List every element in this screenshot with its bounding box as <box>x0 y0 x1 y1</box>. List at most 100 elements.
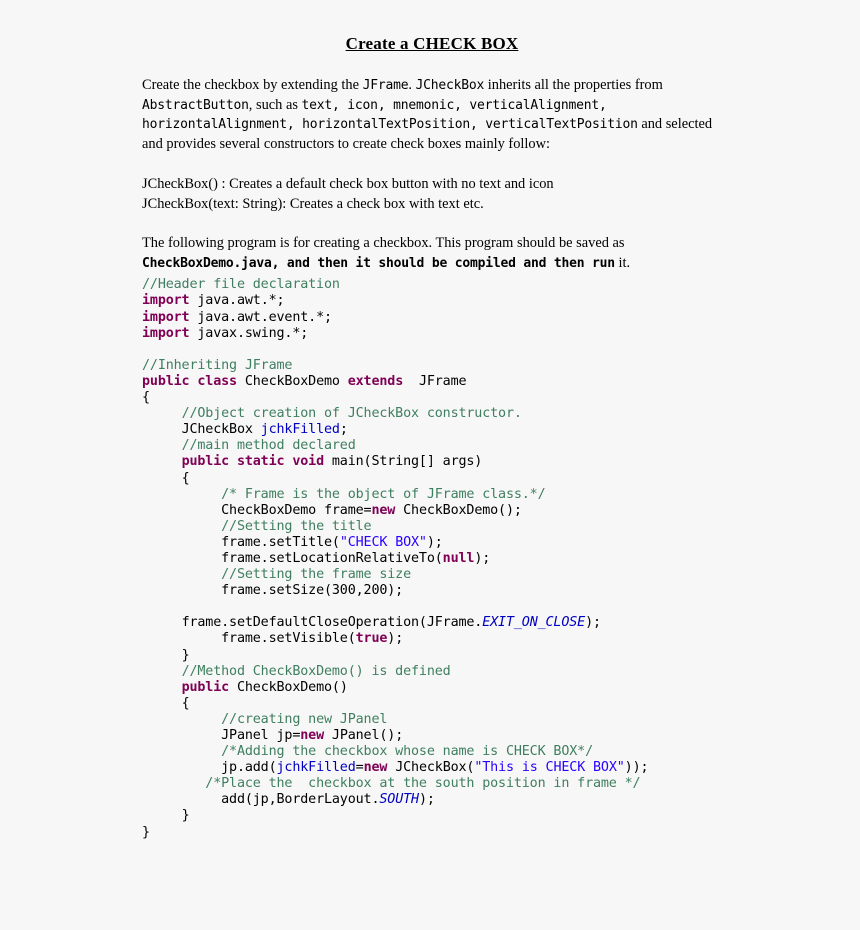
code-token: frame.setTitle( <box>142 534 340 550</box>
code-line: } <box>142 648 722 664</box>
code-token: extends <box>347 373 404 389</box>
code-line: //creating new JPanel <box>142 712 722 728</box>
code-token: //Setting the frame size <box>142 567 412 583</box>
code-line: //Header file declaration <box>142 277 722 293</box>
intro-text-d: , such as <box>248 96 302 113</box>
code-token: add(jp,BorderLayout. <box>142 792 380 808</box>
code-line: //Object creation of JCheckBox construct… <box>142 406 722 422</box>
code-token: } <box>142 808 190 824</box>
code-line: frame.setDefaultCloseOperation(JFrame.EX… <box>142 615 722 631</box>
code-line: //Setting the frame size <box>142 567 722 583</box>
code-token: jp.add( <box>142 760 277 776</box>
code-token: import <box>142 293 190 309</box>
code-token: //Inheriting JFrame <box>142 357 293 373</box>
code-token: null <box>442 550 475 566</box>
code-line: public static void main(String[] args) <box>142 454 722 470</box>
code-line: import java.awt.event.*; <box>142 310 722 326</box>
code-line: //Method CheckBoxDemo() is defined <box>142 664 722 680</box>
list-item: JCheckBox(text: String): Creates a check… <box>142 194 722 214</box>
signature-code-1: JCheckBox(text: String) <box>142 196 283 213</box>
code-token: ); <box>418 792 435 808</box>
code-line: { <box>142 471 722 487</box>
code-token: CheckBoxDemo() <box>229 679 348 695</box>
signature-desc-0: : Creates a default check box button wit… <box>217 176 554 193</box>
code-line: //Setting the title <box>142 519 722 535</box>
code-line: } <box>142 825 722 841</box>
code-token: "This is CHECK BOX" <box>474 760 625 776</box>
code-token: //Header file declaration <box>142 277 340 293</box>
signature-desc-1: : Creates a check box with text etc. <box>282 196 484 213</box>
code-line: frame.setSize(300,200); <box>142 583 722 599</box>
list-item: JCheckBox() : Creates a default check bo… <box>142 174 722 194</box>
code-line: JPanel jp=new JPanel(); <box>142 728 722 744</box>
code-token: { <box>142 390 150 406</box>
code-token: ; <box>339 422 348 438</box>
code-token: ); <box>387 631 404 647</box>
code-token: frame.setDefaultCloseOperation(JFrame. <box>142 615 483 631</box>
code-token: frame.setVisible( <box>142 631 356 647</box>
code-token: SOUTH <box>379 792 419 808</box>
code-token: new <box>300 728 324 744</box>
java-source-code-block: //Header file declaration import java.awt… <box>142 277 722 840</box>
code-token: JPanel jp= <box>142 728 301 744</box>
save-text-b: it. <box>614 254 631 271</box>
code-token: jchkFilled <box>276 760 356 776</box>
code-line: import java.awt.*; <box>142 293 722 309</box>
code-token: //Setting the title <box>142 518 372 534</box>
code-token: JPanel(); <box>324 728 404 744</box>
code-token: java.awt.event.*; <box>189 309 332 325</box>
code-token: JCheckBox( <box>387 760 475 776</box>
code-line: public CheckBoxDemo() <box>142 680 722 696</box>
page-title: Create a CHECK BOX <box>345 34 519 53</box>
intro-code-abstractbutton: AbstractButton <box>142 97 249 113</box>
code-token: javax.swing.*; <box>189 325 309 341</box>
code-token: true <box>355 631 388 647</box>
code-line: } <box>142 808 722 824</box>
code-token: //Object creation of JCheckBox construct… <box>142 406 522 422</box>
code-line: frame.setLocationRelativeTo(null); <box>142 551 722 567</box>
code-token: CheckBoxDemo(); <box>395 502 522 518</box>
signature-code-0: JCheckBox() <box>142 176 218 193</box>
code-line: /*Place the checkbox at the south positi… <box>142 776 722 792</box>
save-instruction-paragraph: The following program is for creating a … <box>142 234 722 273</box>
code-token: //Method CheckBoxDemo() is defined <box>142 663 451 679</box>
code-line: jp.add(jchkFilled=new JCheckBox("This is… <box>142 760 722 776</box>
code-token: CheckBoxDemo frame= <box>142 502 372 518</box>
intro-paragraph: Create the checkbox by extending the JFr… <box>142 76 722 154</box>
document-content: Create a CHECK BOX Create the checkbox b… <box>142 34 722 841</box>
code-token: public static void <box>181 454 325 470</box>
code-token: /*Place the checkbox at the south positi… <box>142 776 641 792</box>
code-token: { <box>142 470 190 486</box>
intro-code-jcheckbox: JCheckBox <box>415 78 485 94</box>
code-token: new <box>371 502 396 518</box>
code-token: main(String[] args) <box>323 454 483 470</box>
code-line: /*Adding the checkbox whose name is CHEC… <box>142 744 722 760</box>
code-token: jchkFilled <box>260 422 340 438</box>
code-token: JFrame <box>403 373 467 389</box>
code-line: CheckBoxDemo frame=new CheckBoxDemo(); <box>142 503 722 519</box>
code-token: EXIT_ON_CLOSE <box>482 615 586 631</box>
code-line: frame.setTitle("CHECK BOX"); <box>142 535 722 551</box>
code-line: { <box>142 390 722 406</box>
code-line: public class CheckBoxDemo extends JFrame <box>142 374 722 390</box>
code-line: { <box>142 696 722 712</box>
code-token: /* Frame is the object of JFrame class.*… <box>142 486 546 502</box>
code-token: JCheckBox <box>142 422 261 438</box>
code-line: //main method declared <box>142 438 722 454</box>
intro-text-a: Create the checkbox by extending the <box>142 77 363 94</box>
code-token: java.awt.*; <box>189 293 285 309</box>
intro-text-c: inherits all the properties from <box>484 77 663 94</box>
code-token: //main method declared <box>142 438 356 454</box>
code-line: //Inheriting JFrame <box>142 358 722 374</box>
code-token: ); <box>474 550 491 566</box>
constructor-signature-list: JCheckBox() : Creates a default check bo… <box>142 174 722 214</box>
intro-text-b: . <box>408 77 416 94</box>
code-token: ); <box>585 615 601 631</box>
save-text-a: The following program is for creating a … <box>142 235 625 252</box>
